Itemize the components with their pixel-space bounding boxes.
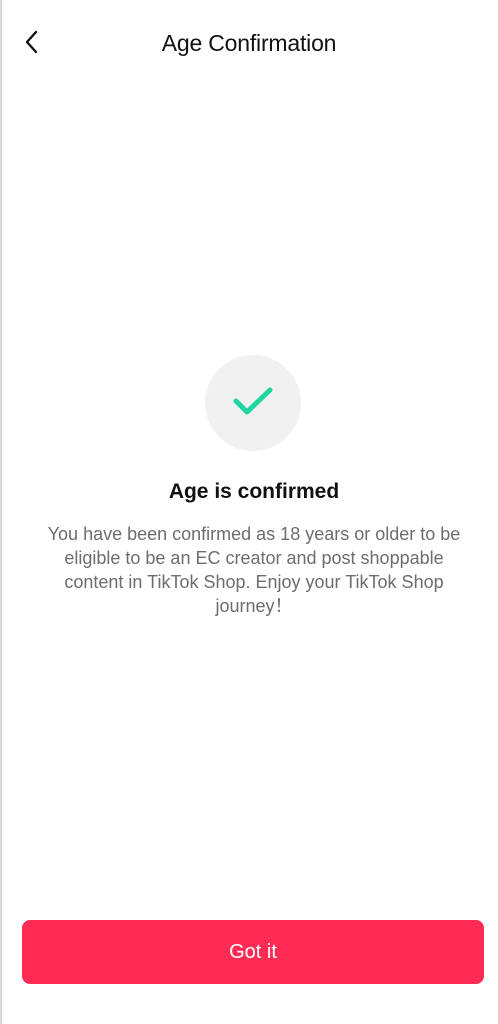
status-description: You have been confirmed as 18 years or o…: [47, 524, 461, 616]
left-edge-divider: [0, 0, 2, 1024]
status-title: Age is confirmed: [168, 480, 340, 503]
page-title: Age Confirmation: [161, 30, 337, 56]
success-icon-circle: [205, 355, 301, 451]
top-bar: Age Confirmation: [0, 0, 498, 86]
checkmark-icon: [232, 385, 274, 422]
got-it-button[interactable]: Got it: [22, 920, 484, 984]
